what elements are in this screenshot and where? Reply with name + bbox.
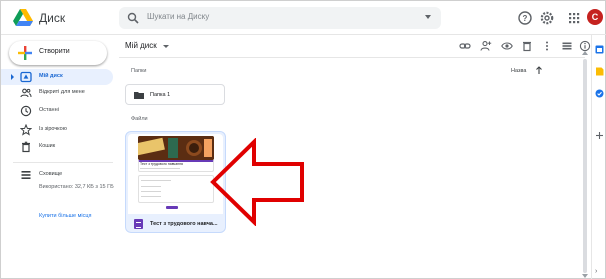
sidebar-item-storage[interactable]: Сховище <box>1 167 113 183</box>
sidebar-item-recent[interactable]: Останні <box>1 103 113 119</box>
storage-usage-text: Використано: 32,7 КБ з 15 ГБ <box>39 184 114 190</box>
preview-line <box>141 196 161 197</box>
sidebar-item-my-drive[interactable]: Мій диск <box>1 69 113 85</box>
file-name: Тест з трудового навча... <box>150 221 218 227</box>
drive-window: Диск Шукати на Диску ? C Створити Мій ди… <box>0 0 606 279</box>
search-options-icon[interactable] <box>425 15 431 19</box>
google-forms-icon <box>134 219 143 229</box>
main-divider <box>119 57 585 58</box>
clock-icon <box>20 105 32 117</box>
chevron-right-icon[interactable]: › <box>595 268 597 275</box>
plus-icon <box>18 46 32 60</box>
preview-line <box>141 191 161 192</box>
expand-caret-icon[interactable] <box>11 74 14 80</box>
sidebar-item-shared-with-me[interactable]: Відкриті для мене <box>1 85 113 101</box>
tasks-icon[interactable] <box>595 89 604 98</box>
scrollbar[interactable] <box>583 59 587 273</box>
right-rail-divider <box>591 35 592 279</box>
app-title: Диск <box>39 11 66 25</box>
sidebar-item-label: Відкриті для мене <box>39 89 85 95</box>
folders-section-label: Папки <box>131 68 147 74</box>
storage-icon <box>21 171 31 179</box>
link-icon[interactable] <box>459 40 471 52</box>
preview-eye-icon[interactable] <box>501 40 513 52</box>
add-person-icon[interactable] <box>480 40 492 52</box>
top-bar: Диск Шукати на Диску ? C <box>1 1 606 35</box>
search-input[interactable]: Шукати на Диску <box>119 7 441 29</box>
file-thumbnail: Тест з трудового навчання <box>128 134 223 214</box>
red-annotation-arrow-icon <box>210 138 304 226</box>
chevron-down-icon[interactable] <box>163 45 169 48</box>
form-preview-title: Тест з трудового навчання <box>140 162 183 166</box>
add-addon-icon[interactable] <box>595 131 604 140</box>
folder-name: Папка 1 <box>150 92 171 98</box>
google-drive-logo-icon[interactable] <box>13 9 33 27</box>
trash-icon <box>22 141 30 153</box>
preview-line <box>141 186 161 187</box>
sidebar-item-label: Останні <box>39 107 59 113</box>
files-section-label: Файли <box>131 116 148 122</box>
my-drive-icon <box>20 71 32 83</box>
preview-line <box>140 168 180 169</box>
svg-text:?: ? <box>523 14 528 23</box>
support-icon[interactable]: ? <box>517 10 533 26</box>
sidebar-divider <box>13 162 113 163</box>
sidebar-item-label: Із зірочкою <box>39 126 67 132</box>
sidebar-item-label: Кошик <box>39 143 56 149</box>
folder-card[interactable]: Папка 1 <box>125 84 225 105</box>
shared-people-icon <box>20 88 32 98</box>
list-view-icon[interactable] <box>561 40 573 52</box>
keep-icon[interactable] <box>595 67 604 76</box>
buy-storage-link[interactable]: Купити більше місця <box>39 213 91 219</box>
apps-grid-icon[interactable] <box>566 10 582 26</box>
sidebar-item-starred[interactable]: Із зірочкою <box>1 122 113 138</box>
search-placeholder: Шукати на Диску <box>147 12 210 21</box>
sidebar-item-label: Мій диск <box>39 73 63 79</box>
calendar-icon[interactable] <box>595 45 604 54</box>
breadcrumb[interactable]: Мій диск <box>125 41 157 50</box>
settings-icon[interactable] <box>539 10 555 26</box>
form-submit-button-preview <box>166 206 178 209</box>
account-avatar[interactable]: C <box>587 9 603 25</box>
search-icon[interactable] <box>127 12 139 24</box>
scroll-up-icon[interactable] <box>582 51 588 55</box>
star-icon <box>20 124 32 136</box>
form-header-image <box>138 136 214 160</box>
sidebar-item-label: Сховище <box>39 171 63 177</box>
scroll-down-icon[interactable] <box>582 274 588 278</box>
sort-by-name-button[interactable]: Назва <box>511 68 526 74</box>
create-button-label: Створити <box>39 48 70 55</box>
folder-icon <box>134 92 144 99</box>
more-vert-icon[interactable] <box>541 40 553 52</box>
up-arrow-icon[interactable] <box>535 65 543 75</box>
create-button[interactable]: Створити <box>9 41 107 65</box>
delete-icon[interactable] <box>521 40 533 52</box>
preview-line <box>141 180 171 181</box>
sidebar-item-trash[interactable]: Кошик <box>1 139 113 155</box>
